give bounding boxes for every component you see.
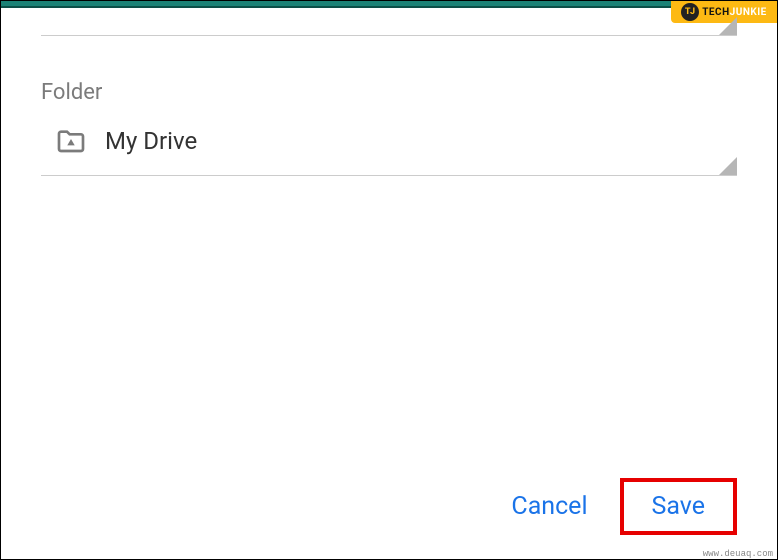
dialog-actions: Cancel Save — [489, 478, 737, 535]
resize-handle-icon — [719, 17, 737, 35]
resize-handle-icon — [719, 157, 737, 175]
top-bar — [1, 1, 777, 8]
save-highlight: Save — [620, 478, 737, 535]
folder-selector[interactable]: My Drive — [41, 125, 737, 176]
drive-folder-icon — [55, 125, 87, 157]
folder-section: Folder My Drive — [41, 80, 737, 176]
cancel-button[interactable]: Cancel — [489, 484, 609, 529]
previous-field[interactable] — [41, 12, 737, 36]
folder-label: Folder — [41, 80, 737, 105]
domain-watermark: www.deuaq.com — [703, 549, 773, 559]
save-button[interactable]: Save — [624, 482, 733, 531]
folder-name: My Drive — [105, 127, 197, 155]
